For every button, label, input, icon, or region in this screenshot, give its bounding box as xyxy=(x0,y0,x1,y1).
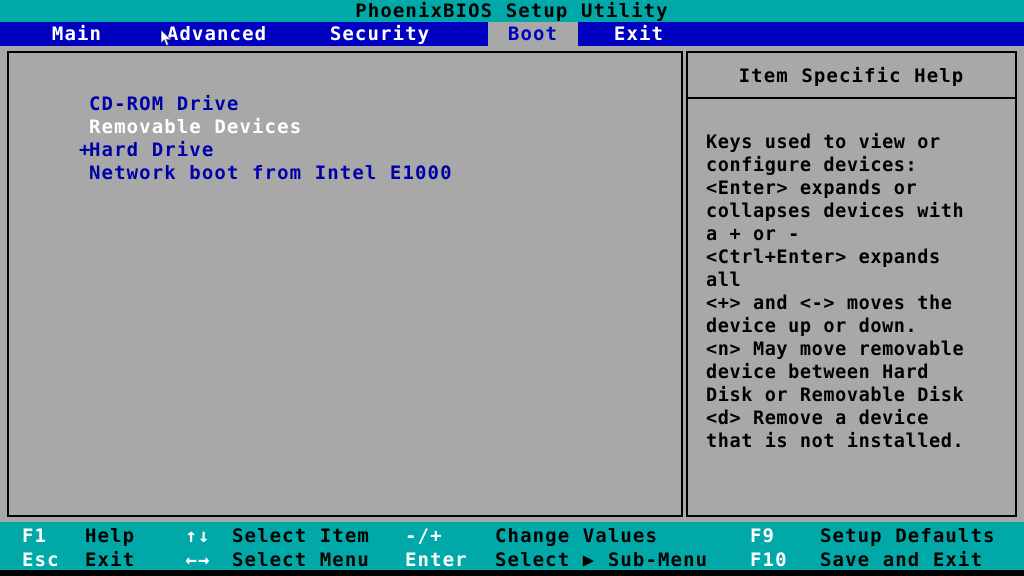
help-panel-body: Keys used to view or configure devices: <E… xyxy=(706,131,1007,453)
boot-device-label: Removable Devices xyxy=(89,116,303,138)
footer-key-legend: F1 Help ↑↓ Select Item -/+ Change Values… xyxy=(0,522,1024,571)
footer-desc-select-menu: Select Menu xyxy=(232,549,370,571)
title-bar: PhoenixBIOS Setup Utility xyxy=(0,0,1024,22)
help-text-line: <d> Remove a device xyxy=(706,408,930,429)
footer-desc-select-submenu: Select ▶ Sub-Menu xyxy=(495,549,709,571)
footer-key-f1: F1 xyxy=(22,525,48,547)
boot-device-row[interactable]: Network boot from Intel E1000 xyxy=(79,162,453,185)
page-title: PhoenixBIOS Setup Utility xyxy=(355,0,669,22)
boot-device-row[interactable]: Removable Devices xyxy=(79,116,453,139)
screen-bottom-border xyxy=(0,570,1024,576)
boot-device-row[interactable]: CD-ROM Drive xyxy=(79,93,453,116)
expand-plus-icon[interactable]: + xyxy=(79,139,90,162)
tab-advanced[interactable]: Advanced xyxy=(150,22,284,46)
boot-device-row[interactable]: +Hard Drive xyxy=(79,139,453,162)
help-text-line: <+> and <-> moves the xyxy=(706,293,953,314)
help-text-line: device up or down. xyxy=(706,316,918,337)
footer-desc-exit: Exit xyxy=(85,549,136,571)
work-area: CD-ROM Drive Removable Devices +Hard Driv… xyxy=(0,46,1024,522)
help-text-line: Keys used to view or xyxy=(706,132,941,153)
help-text-line: that is not installed. xyxy=(706,431,965,452)
tab-exit[interactable]: Exit xyxy=(600,22,678,46)
boot-device-prefix xyxy=(79,162,89,185)
boot-device-prefix xyxy=(79,116,89,139)
bios-setup-screen: PhoenixBIOS Setup Utility Main Advanced … xyxy=(0,0,1024,576)
tab-security[interactable]: Security xyxy=(313,22,447,46)
help-text-line: <Enter> expands or xyxy=(706,178,918,199)
boot-device-list: CD-ROM Drive Removable Devices +Hard Driv… xyxy=(79,93,453,185)
footer-key-esc: Esc xyxy=(22,549,60,571)
boot-device-label: Hard Drive xyxy=(89,139,215,161)
help-text-line: a + or - xyxy=(706,224,800,245)
item-specific-help-panel: Item Specific Help Keys used to view or c… xyxy=(686,51,1017,517)
footer-desc-change-values: Change Values xyxy=(495,525,659,547)
boot-order-panel: CD-ROM Drive Removable Devices +Hard Driv… xyxy=(7,51,683,517)
help-text-line: all xyxy=(706,270,742,291)
footer-key-f9: F9 xyxy=(750,525,776,547)
left-right-arrow-icon: ←→ xyxy=(185,549,211,571)
footer-key-f10: F10 xyxy=(750,549,788,571)
footer-desc-select-item: Select Item xyxy=(232,525,370,547)
help-panel-title: Item Specific Help xyxy=(688,53,1015,99)
help-text-line: device between Hard xyxy=(706,362,930,383)
help-text-line: collapses devices with xyxy=(706,201,965,222)
up-down-arrow-icon: ↑↓ xyxy=(185,525,211,547)
tab-main[interactable]: Main xyxy=(32,22,122,46)
help-text-line: Disk or Removable Disk xyxy=(706,385,965,406)
boot-device-label: Network boot from Intel E1000 xyxy=(89,162,453,184)
menu-bar: Main Advanced Security Boot Exit xyxy=(0,22,1024,46)
help-text-line: configure devices: xyxy=(706,155,918,176)
footer-desc-setup-defaults: Setup Defaults xyxy=(820,525,996,547)
help-text-line: <n> May move removable xyxy=(706,339,965,360)
tab-boot[interactable]: Boot xyxy=(488,22,578,46)
help-text-line: <Ctrl+Enter> expands xyxy=(706,247,941,268)
boot-device-label: CD-ROM Drive xyxy=(89,93,240,115)
footer-desc-save-and-exit: Save and Exit xyxy=(820,549,984,571)
footer-desc-help: Help xyxy=(85,525,136,547)
boot-device-prefix xyxy=(79,93,89,116)
